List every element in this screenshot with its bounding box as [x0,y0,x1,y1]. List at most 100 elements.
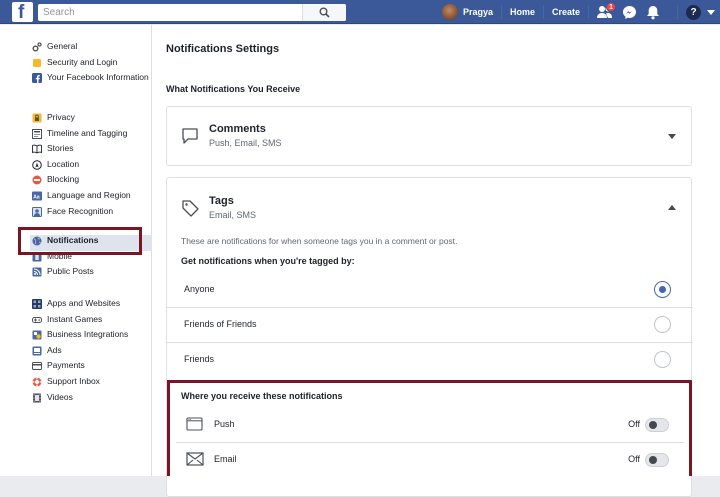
receive-heading: Where you receive these notifications [181,391,343,401]
sidebar-item-face-recognition[interactable]: Face Recognition [32,206,131,222]
gamepad-icon [32,316,42,323]
sidebar-item-label: Payments [47,360,85,371]
comments-subtitle: Push, Email, SMS [209,138,282,148]
sidebar-item-label: Security and Login [47,56,118,67]
search-input[interactable]: Search [43,7,75,18]
nav-divider [677,5,679,19]
top-nav: Pragya Home Create 1 ? [442,0,716,24]
chevron-down-icon[interactable] [668,134,676,139]
comments-card[interactable]: Comments Push, Email, SMS [166,106,692,166]
nav-divider [501,5,503,19]
tag-icon [182,200,199,217]
film-icon [33,393,41,403]
sidebar-item-instant-games[interactable]: Instant Games [32,314,128,330]
push-state: Off [628,419,640,429]
sidebar-item-language[interactable]: Aa Language and Region [32,190,131,206]
messenger-button[interactable] [621,4,637,20]
shield-icon [33,58,41,67]
sidebar-group-account: General Security and Login Your Facebook… [32,41,149,98]
timeline-icon [32,128,42,139]
ads-icon [32,346,42,356]
sidebar-item-label: Instant Games [47,313,103,324]
business-icon [32,330,42,340]
sidebar-item-business-integrations[interactable]: Business Integrations [32,329,128,345]
sidebar-item-label: Language and Region [47,189,131,200]
sidebar-item-label: Videos [47,391,73,402]
home-link[interactable]: Home [510,7,535,17]
sidebar-item-label: General [47,41,78,51]
top-bar: f Search Pragya Home Create 1 ? [0,0,720,24]
sidebar-item-label: Business Integrations [47,329,129,340]
lifebuoy-icon [32,377,42,387]
profile-link[interactable]: Pragya [463,7,493,17]
receive-notifications-box: Where you receive these notifications Pu… [167,380,692,476]
friend-requests-badge: 1 [606,2,616,12]
sidebar-item-payments[interactable]: Payments [32,360,128,376]
tagged-by-heading: Get notifications when you're tagged by: [181,256,355,266]
facebook-logo-icon[interactable]: f [12,2,33,23]
apps-icon [32,299,42,309]
push-label: Push [214,419,235,429]
search-bar[interactable]: Search [38,4,346,21]
sidebar-item-timeline[interactable]: Timeline and Tagging [32,128,131,144]
push-row[interactable]: Push Off [176,408,684,442]
sidebar-item-ads[interactable]: Ads [32,345,128,361]
option-friends[interactable]: Friends [167,342,693,377]
sidebar-item-label: Face Recognition [47,205,114,216]
language-icon: Aa [32,191,42,201]
radio-anyone[interactable] [654,281,671,298]
sidebar-item-label: Support Inbox [47,375,100,386]
sidebar-item-location[interactable]: Location [32,159,131,175]
sidebar-item-security[interactable]: Security and Login [32,57,149,73]
account-menu-caret-icon[interactable] [707,9,716,15]
option-label: Friends of Friends [184,319,257,329]
sidebar-item-your-information[interactable]: Your Facebook Information [32,72,149,98]
sidebar-item-videos[interactable]: Videos [32,392,128,408]
push-toggle[interactable] [645,418,669,432]
notifications-button[interactable] [645,4,661,20]
sidebar-item-privacy[interactable]: Privacy [32,112,131,128]
sidebar-item-label: Ads [47,344,62,355]
tags-description: These are notifications for when someone… [181,236,458,246]
radio-friends-of-friends[interactable] [654,316,671,333]
comment-icon [182,128,198,144]
bell-icon [647,5,660,19]
sidebar-item-stories[interactable]: Stories [32,143,131,159]
messenger-icon [622,5,636,19]
lock-icon [32,113,42,123]
email-toggle[interactable] [645,453,669,467]
radio-friends[interactable] [654,351,671,368]
friend-requests-button[interactable]: 1 [597,2,616,20]
email-label: Email [214,454,237,464]
sidebar-group-apps: Apps and Websites Instant Games Business… [32,298,128,407]
sidebar-item-support-inbox[interactable]: Support Inbox [32,376,128,392]
nav-divider [588,5,590,19]
search-button[interactable] [302,4,346,21]
create-link[interactable]: Create [552,7,580,17]
gears-icon [32,42,42,52]
push-icon [186,417,203,431]
blocking-icon [32,175,42,185]
help-icon[interactable]: ? [686,4,702,20]
facebook-icon [32,73,42,84]
email-icon [186,452,204,466]
email-row[interactable]: Email Off [176,442,684,476]
rss-icon [32,267,42,277]
nav-divider [543,5,545,19]
chevron-up-icon[interactable] [668,205,676,210]
svg-text:Aa: Aa [33,194,40,200]
location-icon [32,159,42,170]
search-icon [319,7,330,18]
page-title: Notifications Settings [166,43,280,55]
section-title: What Notifications You Receive [166,84,301,94]
option-friends-of-friends[interactable]: Friends of Friends [167,307,693,342]
sidebar-item-general[interactable]: General [32,41,149,57]
sidebar-item-apps[interactable]: Apps and Websites [32,298,128,314]
option-anyone[interactable]: Anyone [167,273,693,308]
option-label: Friends [184,354,215,364]
sidebar-item-blocking[interactable]: Blocking [32,174,131,190]
sidebar-item-public-posts[interactable]: Public Posts [30,266,152,282]
face-icon [32,206,42,217]
avatar[interactable] [442,4,458,20]
sidebar-item-label: Stories [47,143,74,154]
